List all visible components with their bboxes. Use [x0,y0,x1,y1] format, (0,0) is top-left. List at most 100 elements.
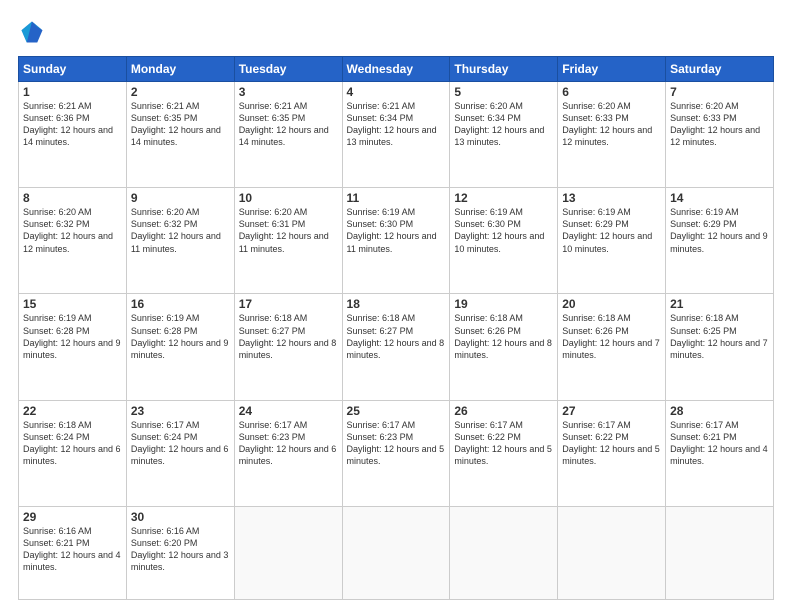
day-info: Sunrise: 6:19 AMSunset: 6:30 PMDaylight:… [347,206,446,255]
calendar-cell: 11 Sunrise: 6:19 AMSunset: 6:30 PMDaylig… [342,188,450,294]
calendar-cell: 21 Sunrise: 6:18 AMSunset: 6:25 PMDaylig… [666,294,774,400]
weekday-header-saturday: Saturday [666,57,774,82]
calendar-cell: 4 Sunrise: 6:21 AMSunset: 6:34 PMDayligh… [342,82,450,188]
day-number: 18 [347,297,446,311]
day-number: 24 [239,404,338,418]
day-info: Sunrise: 6:17 AMSunset: 6:21 PMDaylight:… [670,419,769,468]
calendar-cell: 7 Sunrise: 6:20 AMSunset: 6:33 PMDayligh… [666,82,774,188]
calendar-cell: 3 Sunrise: 6:21 AMSunset: 6:35 PMDayligh… [234,82,342,188]
calendar-cell: 15 Sunrise: 6:19 AMSunset: 6:28 PMDaylig… [19,294,127,400]
calendar-cell: 2 Sunrise: 6:21 AMSunset: 6:35 PMDayligh… [126,82,234,188]
day-info: Sunrise: 6:19 AMSunset: 6:30 PMDaylight:… [454,206,553,255]
day-info: Sunrise: 6:20 AMSunset: 6:31 PMDaylight:… [239,206,338,255]
day-number: 22 [23,404,122,418]
day-info: Sunrise: 6:16 AMSunset: 6:21 PMDaylight:… [23,525,122,574]
day-info: Sunrise: 6:18 AMSunset: 6:27 PMDaylight:… [239,312,338,361]
day-info: Sunrise: 6:18 AMSunset: 6:24 PMDaylight:… [23,419,122,468]
calendar-cell: 10 Sunrise: 6:20 AMSunset: 6:31 PMDaylig… [234,188,342,294]
calendar-cell: 12 Sunrise: 6:19 AMSunset: 6:30 PMDaylig… [450,188,558,294]
calendar-cell [234,506,342,599]
day-number: 21 [670,297,769,311]
day-info: Sunrise: 6:20 AMSunset: 6:33 PMDaylight:… [562,100,661,149]
weekday-header-wednesday: Wednesday [342,57,450,82]
day-number: 3 [239,85,338,99]
calendar-cell: 20 Sunrise: 6:18 AMSunset: 6:26 PMDaylig… [558,294,666,400]
day-number: 20 [562,297,661,311]
calendar-cell: 23 Sunrise: 6:17 AMSunset: 6:24 PMDaylig… [126,400,234,506]
calendar-cell: 5 Sunrise: 6:20 AMSunset: 6:34 PMDayligh… [450,82,558,188]
calendar-cell: 18 Sunrise: 6:18 AMSunset: 6:27 PMDaylig… [342,294,450,400]
calendar-cell: 8 Sunrise: 6:20 AMSunset: 6:32 PMDayligh… [19,188,127,294]
calendar-cell: 24 Sunrise: 6:17 AMSunset: 6:23 PMDaylig… [234,400,342,506]
day-info: Sunrise: 6:17 AMSunset: 6:24 PMDaylight:… [131,419,230,468]
day-info: Sunrise: 6:20 AMSunset: 6:34 PMDaylight:… [454,100,553,149]
day-number: 19 [454,297,553,311]
day-number: 5 [454,85,553,99]
day-info: Sunrise: 6:20 AMSunset: 6:32 PMDaylight:… [23,206,122,255]
weekday-header-thursday: Thursday [450,57,558,82]
day-info: Sunrise: 6:19 AMSunset: 6:28 PMDaylight:… [23,312,122,361]
calendar-cell: 29 Sunrise: 6:16 AMSunset: 6:21 PMDaylig… [19,506,127,599]
day-info: Sunrise: 6:21 AMSunset: 6:36 PMDaylight:… [23,100,122,149]
day-number: 6 [562,85,661,99]
day-info: Sunrise: 6:16 AMSunset: 6:20 PMDaylight:… [131,525,230,574]
calendar-cell: 9 Sunrise: 6:20 AMSunset: 6:32 PMDayligh… [126,188,234,294]
calendar-week-1: 1 Sunrise: 6:21 AMSunset: 6:36 PMDayligh… [19,82,774,188]
day-info: Sunrise: 6:18 AMSunset: 6:26 PMDaylight:… [454,312,553,361]
calendar-cell [450,506,558,599]
day-number: 23 [131,404,230,418]
calendar-cell [558,506,666,599]
calendar-cell: 22 Sunrise: 6:18 AMSunset: 6:24 PMDaylig… [19,400,127,506]
day-info: Sunrise: 6:18 AMSunset: 6:25 PMDaylight:… [670,312,769,361]
day-info: Sunrise: 6:17 AMSunset: 6:23 PMDaylight:… [239,419,338,468]
day-info: Sunrise: 6:20 AMSunset: 6:33 PMDaylight:… [670,100,769,149]
day-number: 29 [23,510,122,524]
day-number: 12 [454,191,553,205]
calendar-week-5: 29 Sunrise: 6:16 AMSunset: 6:21 PMDaylig… [19,506,774,599]
day-info: Sunrise: 6:17 AMSunset: 6:22 PMDaylight:… [562,419,661,468]
calendar-cell: 16 Sunrise: 6:19 AMSunset: 6:28 PMDaylig… [126,294,234,400]
day-number: 16 [131,297,230,311]
day-info: Sunrise: 6:21 AMSunset: 6:35 PMDaylight:… [131,100,230,149]
page: SundayMondayTuesdayWednesdayThursdayFrid… [0,0,792,612]
day-number: 28 [670,404,769,418]
weekday-header-tuesday: Tuesday [234,57,342,82]
day-number: 27 [562,404,661,418]
weekday-header-monday: Monday [126,57,234,82]
day-number: 8 [23,191,122,205]
day-number: 25 [347,404,446,418]
calendar-cell: 1 Sunrise: 6:21 AMSunset: 6:36 PMDayligh… [19,82,127,188]
day-number: 14 [670,191,769,205]
day-number: 11 [347,191,446,205]
day-number: 30 [131,510,230,524]
calendar-cell: 14 Sunrise: 6:19 AMSunset: 6:29 PMDaylig… [666,188,774,294]
calendar-cell: 27 Sunrise: 6:17 AMSunset: 6:22 PMDaylig… [558,400,666,506]
day-info: Sunrise: 6:18 AMSunset: 6:26 PMDaylight:… [562,312,661,361]
day-info: Sunrise: 6:21 AMSunset: 6:35 PMDaylight:… [239,100,338,149]
calendar-week-3: 15 Sunrise: 6:19 AMSunset: 6:28 PMDaylig… [19,294,774,400]
day-number: 7 [670,85,769,99]
calendar-week-4: 22 Sunrise: 6:18 AMSunset: 6:24 PMDaylig… [19,400,774,506]
calendar-cell: 19 Sunrise: 6:18 AMSunset: 6:26 PMDaylig… [450,294,558,400]
day-number: 4 [347,85,446,99]
logo-icon [18,18,46,46]
calendar-cell: 28 Sunrise: 6:17 AMSunset: 6:21 PMDaylig… [666,400,774,506]
day-info: Sunrise: 6:19 AMSunset: 6:28 PMDaylight:… [131,312,230,361]
calendar-table: SundayMondayTuesdayWednesdayThursdayFrid… [18,56,774,600]
calendar-cell: 6 Sunrise: 6:20 AMSunset: 6:33 PMDayligh… [558,82,666,188]
day-number: 9 [131,191,230,205]
day-info: Sunrise: 6:20 AMSunset: 6:32 PMDaylight:… [131,206,230,255]
day-number: 15 [23,297,122,311]
calendar-cell: 26 Sunrise: 6:17 AMSunset: 6:22 PMDaylig… [450,400,558,506]
calendar-cell [666,506,774,599]
day-info: Sunrise: 6:19 AMSunset: 6:29 PMDaylight:… [670,206,769,255]
calendar-cell: 17 Sunrise: 6:18 AMSunset: 6:27 PMDaylig… [234,294,342,400]
day-info: Sunrise: 6:18 AMSunset: 6:27 PMDaylight:… [347,312,446,361]
day-info: Sunrise: 6:17 AMSunset: 6:23 PMDaylight:… [347,419,446,468]
calendar-cell: 13 Sunrise: 6:19 AMSunset: 6:29 PMDaylig… [558,188,666,294]
day-number: 17 [239,297,338,311]
weekday-header-row: SundayMondayTuesdayWednesdayThursdayFrid… [19,57,774,82]
day-number: 26 [454,404,553,418]
day-info: Sunrise: 6:21 AMSunset: 6:34 PMDaylight:… [347,100,446,149]
day-info: Sunrise: 6:17 AMSunset: 6:22 PMDaylight:… [454,419,553,468]
